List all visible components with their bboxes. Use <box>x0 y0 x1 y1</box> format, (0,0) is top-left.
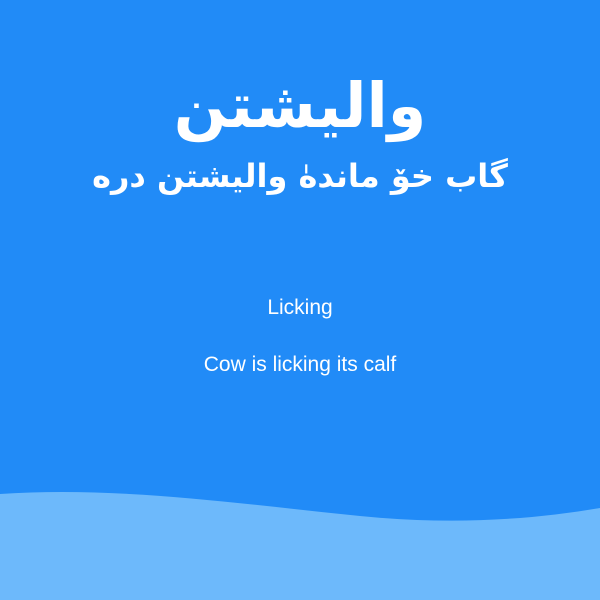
bottom-wave-decoration <box>0 492 600 600</box>
card-subtitle: گاب خۆ ماندهٰ واليشتن دره <box>92 157 508 195</box>
flashcard: واليشتن گاب خۆ ماندهٰ واليشتن دره Lickin… <box>0 0 600 600</box>
english-word: Licking <box>267 296 333 319</box>
english-sentence: Cow is licking its calf <box>203 353 397 376</box>
card-title: واليشتن <box>173 69 427 142</box>
wave-shape <box>0 492 600 600</box>
